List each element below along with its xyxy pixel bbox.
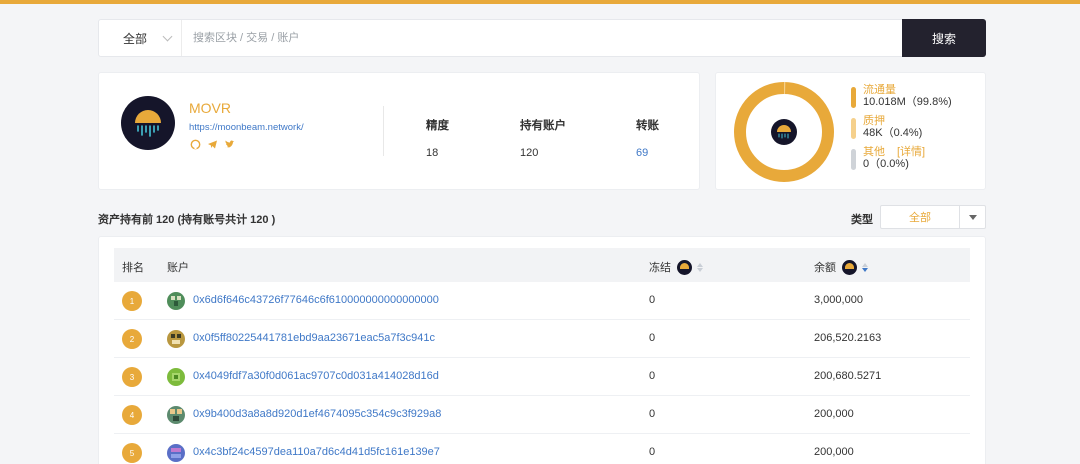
telegram-icon[interactable] [207, 139, 218, 150]
balance-amount: 200,000 [814, 408, 854, 420]
token-coin-icon [842, 259, 857, 275]
column-header-balance[interactable]: 余额 [814, 259, 868, 275]
type-filter-select[interactable]: 全部 [880, 205, 986, 229]
column-header-rank: 排名 [122, 262, 144, 274]
stat-value: 120 [520, 147, 539, 159]
balance-amount: 206,520.2163 [814, 332, 882, 344]
top-accent-bar [0, 0, 1080, 4]
balance-amount: 200,680.5271 [814, 370, 882, 382]
details-link[interactable]: [详情] [897, 146, 925, 158]
account-avatar-icon [167, 444, 185, 462]
search-scope-label: 全部 [123, 31, 148, 46]
token-name: MOVR [189, 100, 231, 116]
legend-value: 10.018M（99.8%) [863, 96, 952, 108]
account-avatar-icon [167, 368, 185, 386]
legend-label: 其他 [863, 146, 885, 158]
table-row: 1 0x6d6f646c43726f77646c6f61000000000000… [114, 282, 970, 320]
frozen-amount: 0 [649, 446, 656, 458]
table-header: 排名 账户 冻结 余额 [114, 248, 970, 282]
stat-label: 精度 [426, 120, 449, 132]
account-address-link[interactable]: 0x4c3bf24c4597dea110a7d6c4d41d5fc161e139… [193, 446, 440, 458]
holders-title: 资产持有前 120 (持有账号共计 120 ) [98, 214, 276, 226]
legend-swatch [851, 149, 856, 170]
stat-label: 转账 [636, 120, 659, 132]
rank-badge: 1 [122, 291, 142, 311]
table-row: 3 0x4049fdf7a30f0d061ac9707c0d031a414028… [114, 358, 970, 396]
chevron-down-icon [162, 31, 173, 41]
table-row: 2 0x0f5ff80225441781ebd9aa23671eac5a7f3c… [114, 320, 970, 358]
rank-badge: 4 [122, 405, 142, 425]
search-bar: 全部 搜索 [98, 19, 986, 57]
github-icon[interactable] [190, 139, 201, 150]
legend-value: 0（0.0%) [863, 158, 909, 170]
legend-swatch [851, 87, 856, 108]
type-filter-label: 类型 [851, 214, 873, 226]
search-input[interactable] [182, 20, 902, 56]
rank-badge: 2 [122, 329, 142, 349]
type-filter-toggle[interactable] [959, 206, 985, 228]
stat-transfers: 转账 69 [636, 117, 659, 159]
stat-holders: 持有账户 120 [520, 117, 566, 159]
table-row: 5 0x4c3bf24c4597dea110a7d6c4d41d5fc161e1… [114, 434, 970, 464]
column-header-account: 账户 [167, 262, 189, 274]
stat-decimals: 精度 18 [426, 117, 449, 159]
caret-down-icon [968, 214, 977, 220]
stat-label: 持有账户 [520, 120, 566, 132]
holders-table: 排名 账户 冻结 余额 1 0x6d6f646c43726f77646c6f61… [98, 236, 986, 464]
table-row: 4 0x9b400d3a8a8d920d1ef4674095c354c9c3f9… [114, 396, 970, 434]
frozen-amount: 0 [649, 294, 656, 306]
legend-value: 48K（0.4%) [863, 127, 923, 139]
account-avatar-icon [167, 330, 185, 348]
token-website-link[interactable]: https://moonbeam.network/ [189, 122, 304, 133]
search-scope-select[interactable]: 全部 [99, 20, 182, 56]
account-address-link[interactable]: 0x6d6f646c43726f77646c6f6100000000000000… [193, 294, 439, 306]
distribution-legend: 流通量 10.018M（99.8%) 质押 48K（0.4%) 其他 [详情] 0… [851, 84, 952, 177]
legend-item-circulating: 流通量 10.018M（99.8%) [851, 84, 952, 115]
frozen-amount: 0 [649, 332, 656, 344]
sort-icon[interactable] [697, 262, 703, 272]
sort-icon[interactable] [862, 262, 868, 272]
frozen-amount: 0 [649, 408, 656, 420]
legend-label: 质押 [863, 115, 885, 127]
legend-item-staked: 质押 48K（0.4%) [851, 115, 952, 146]
account-address-link[interactable]: 0x4049fdf7a30f0d061ac9707c0d031a414028d1… [193, 370, 439, 382]
divider [383, 106, 384, 156]
distribution-donut [734, 82, 834, 182]
balance-amount: 3,000,000 [814, 294, 863, 306]
legend-label: 流通量 [863, 84, 896, 96]
stat-value: 18 [426, 147, 439, 159]
account-address-link[interactable]: 0x9b400d3a8a8d920d1ef4674095c354c9c3f929… [193, 408, 441, 420]
social-links [190, 139, 235, 150]
type-filter-value: 全部 [909, 212, 931, 224]
search-button[interactable]: 搜索 [902, 19, 986, 57]
column-header-frozen[interactable]: 冻结 [649, 259, 703, 275]
twitter-icon[interactable] [224, 139, 235, 150]
legend-item-other: 其他 [详情] 0（0.0%) [851, 146, 952, 177]
rank-badge: 5 [122, 443, 142, 463]
token-logo [121, 96, 175, 150]
transfers-link[interactable]: 69 [636, 147, 659, 159]
column-header-label: 余额 [814, 262, 836, 274]
rank-badge: 3 [122, 367, 142, 387]
frozen-amount: 0 [649, 370, 656, 382]
account-address-link[interactable]: 0x0f5ff80225441781ebd9aa23671eac5a7f3c94… [193, 332, 435, 344]
token-coin-icon [677, 259, 692, 275]
token-info-card: MOVR https://moonbeam.network/ 精度 18 持有账… [98, 72, 700, 190]
legend-swatch [851, 118, 856, 139]
balance-amount: 200,000 [814, 446, 854, 458]
account-avatar-icon [167, 292, 185, 310]
account-avatar-icon [167, 406, 185, 424]
distribution-card: 流通量 10.018M（99.8%) 质押 48K（0.4%) 其他 [详情] 0… [715, 72, 986, 190]
column-header-label: 冻结 [649, 262, 671, 274]
